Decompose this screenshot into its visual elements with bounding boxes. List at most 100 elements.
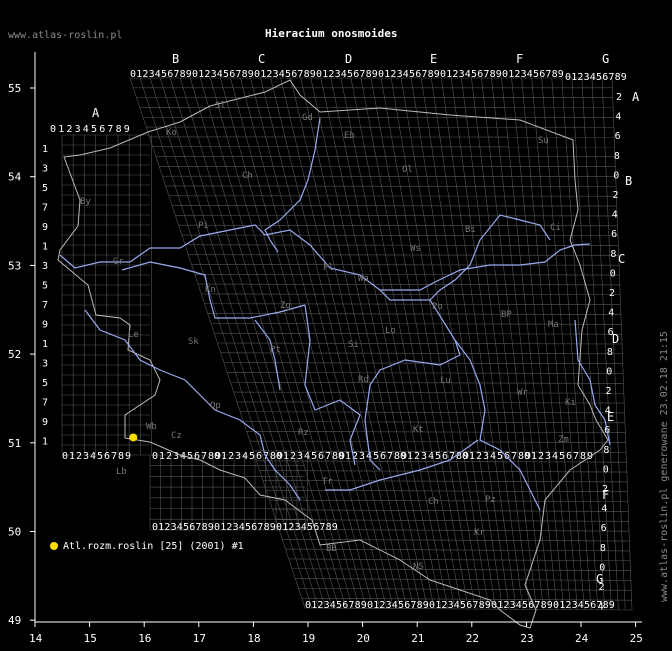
zone-letter: E — [430, 52, 437, 66]
grid-digit: 8 — [614, 151, 620, 162]
grid-digit: 4 — [527, 69, 533, 80]
grid-digit: 6 — [615, 131, 621, 142]
grid-digit: 7 — [42, 203, 48, 214]
map-title: Hieracium onosmoides — [265, 27, 397, 40]
grid-digit: 7 — [472, 600, 478, 611]
region-label: Pl — [323, 263, 334, 273]
x-tick-label: 25 — [630, 632, 643, 645]
region-label: Eb — [344, 131, 355, 141]
grid-digit: 9 — [423, 600, 429, 611]
region-label: Pz — [485, 495, 496, 505]
grid-digit: 7 — [483, 69, 489, 80]
grid-digit: 0 — [214, 522, 220, 533]
grid-digit: 9 — [208, 522, 214, 533]
grid-digit: 0 — [316, 69, 322, 80]
grid-digit: 7 — [42, 398, 48, 409]
grid-digit: 6 — [602, 72, 608, 83]
grid-digit: 7 — [410, 600, 416, 611]
grid-digit: 6 — [590, 600, 596, 611]
grid-digit: 6 — [251, 522, 257, 533]
grid-digit: 3 — [42, 164, 48, 175]
grid-digit: 4 — [608, 308, 614, 319]
grid-digit: 9 — [372, 69, 378, 80]
grid-digit: 7 — [201, 451, 207, 462]
distribution-map: www.atlas-roslin.pl Hieracium onosmoides… — [8, 27, 670, 645]
grid-digit: 1 — [136, 69, 142, 80]
grid-digit: 1 — [159, 451, 165, 462]
grid-line — [181, 234, 618, 236]
grid-digit: 0 — [429, 600, 435, 611]
grid-digit: 6 — [353, 69, 359, 80]
grid-digit: 5 — [42, 183, 48, 194]
grid-digit: 2 — [317, 600, 323, 611]
grid-digit: 4 — [90, 451, 96, 462]
grid-digit: 8 — [610, 249, 616, 260]
grid-digit: 5 — [596, 72, 602, 83]
grid-digit: 3 — [448, 600, 454, 611]
grid-digit: 9 — [310, 69, 316, 80]
grid-digit: 2 — [565, 600, 571, 611]
grid-digit: 1 — [42, 339, 48, 350]
grid-digit: 6 — [404, 600, 410, 611]
region-label: Wb — [146, 422, 157, 432]
grid-digit: 1 — [446, 69, 452, 80]
grid-digit: 5 — [435, 451, 441, 462]
grid-digit: 7 — [173, 69, 179, 80]
region-label: Ma — [548, 320, 559, 330]
grid-digit: 2 — [290, 451, 296, 462]
grid-digit: 5 — [249, 451, 255, 462]
grid-digit: 8 — [116, 124, 122, 135]
grid-digit: 1 — [42, 144, 48, 155]
grid-digit: 9 — [609, 600, 615, 611]
grid-digit: 3 — [510, 600, 516, 611]
grid-digit: 6 — [194, 451, 200, 462]
grid-digit: 7 — [359, 69, 365, 80]
grid-digit: 4 — [177, 522, 183, 533]
grid-digit: 4 — [490, 451, 496, 462]
region-label: Kt — [413, 425, 424, 435]
region-label: BP — [501, 310, 512, 320]
grid-digit: 6 — [566, 451, 572, 462]
x-tick-label: 14 — [29, 632, 43, 645]
zone-letter: G — [602, 52, 609, 66]
grid-digit: 7 — [325, 451, 331, 462]
grid-digit: 3 — [42, 359, 48, 370]
zone-letter: B — [172, 52, 179, 66]
region-label: Lb — [116, 467, 127, 477]
grid-digit: 1 — [384, 69, 390, 80]
region-label: By — [80, 197, 91, 207]
grid-digit: 5 — [97, 451, 103, 462]
region-label: Pt — [270, 345, 281, 355]
grid-digit: 2 — [76, 451, 82, 462]
grid-digit: 5 — [161, 69, 167, 80]
grid-digit: 3 — [295, 522, 301, 533]
grid-digit: 4 — [403, 69, 409, 80]
grid-digit: 1 — [220, 522, 226, 533]
grid-digit: 3 — [297, 451, 303, 462]
grid-digit: 7 — [195, 522, 201, 533]
region-label: BB — [326, 544, 337, 554]
grid-digit: 0 — [378, 69, 384, 80]
grid-digit: 5 — [398, 600, 404, 611]
region-label: Ch — [428, 497, 439, 507]
y-tick-label: 52 — [8, 348, 21, 361]
legend-label: Atl.rozm.roslin [25] (2001) #1 — [63, 541, 244, 552]
grid-digit: 7 — [421, 69, 427, 80]
grid-digit: 4 — [155, 69, 161, 80]
grid-digit: 9 — [42, 417, 48, 428]
grid-digit: 4 — [279, 69, 285, 80]
grid-digit: 5 — [533, 69, 539, 80]
grid-digit: 3 — [397, 69, 403, 80]
grid-digit: 3 — [521, 69, 527, 80]
region-label: Ws — [410, 244, 421, 254]
grid-digit: 0 — [130, 69, 136, 80]
grid-digit: 0 — [440, 69, 446, 80]
grid-digit: 4 — [605, 406, 611, 417]
grid-digit: 4 — [301, 522, 307, 533]
grid-digit: 4 — [454, 600, 460, 611]
generated-label: www.atlas-roslin.pl generowane 23.02.18 … — [659, 331, 670, 602]
grid-digit: 2 — [228, 451, 234, 462]
region-label: Zg — [280, 301, 291, 311]
grid-digit: 4 — [242, 451, 248, 462]
grid-digit: 5 — [42, 378, 48, 389]
